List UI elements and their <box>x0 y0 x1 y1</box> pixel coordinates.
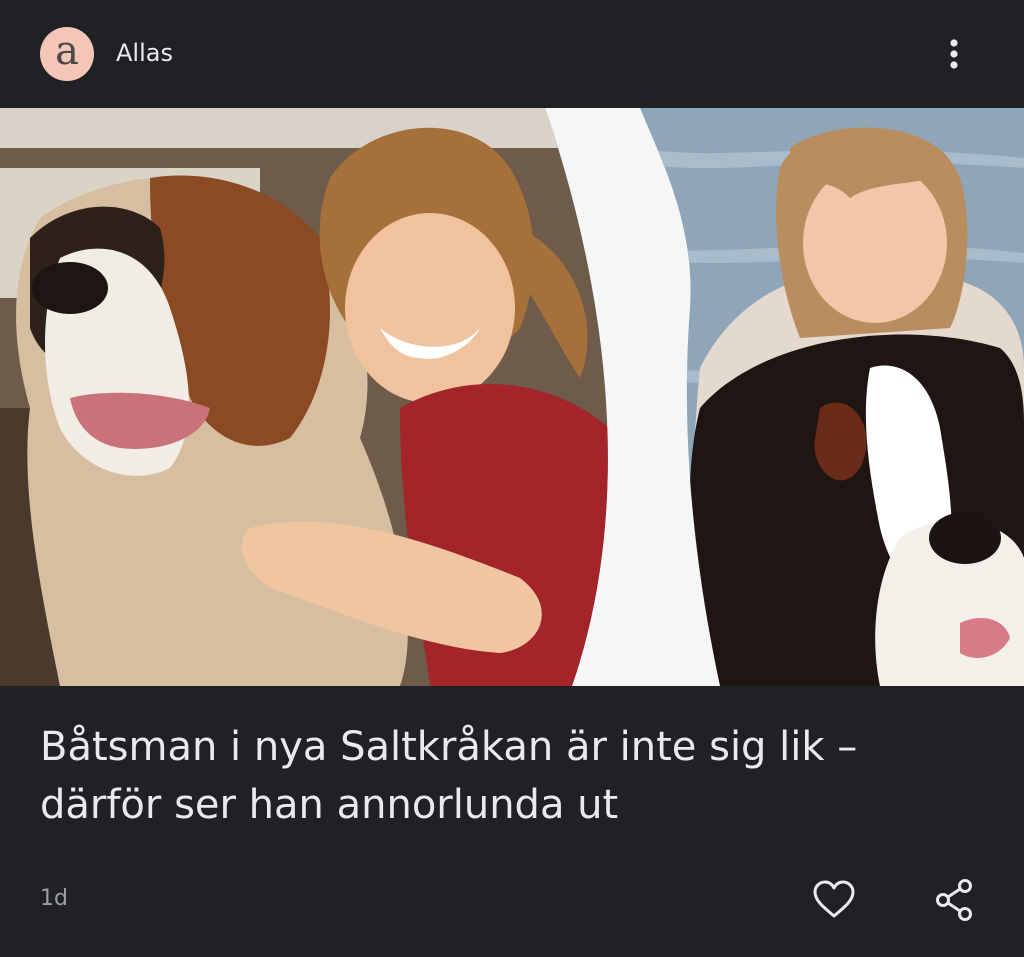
timestamp: 1d <box>40 886 68 911</box>
source-avatar: a <box>40 27 94 81</box>
share-button[interactable] <box>928 874 980 926</box>
share-icon <box>936 879 972 921</box>
like-button[interactable] <box>808 874 860 926</box>
more-vert-icon <box>950 39 958 69</box>
heart-icon <box>813 880 855 918</box>
news-card[interactable]: a Allas Båtsman i nya Saltkråkan är inte… <box>0 0 1024 957</box>
article-headline[interactable]: Båtsman i nya Saltkråkan är inte sig lik… <box>40 718 990 834</box>
card-header: a Allas <box>0 0 1024 108</box>
left-photo <box>0 108 608 686</box>
avatar-letter: a <box>55 28 79 74</box>
source-name[interactable]: Allas <box>116 38 173 68</box>
article-image[interactable] <box>0 108 1024 686</box>
more-options-button[interactable] <box>936 34 972 74</box>
